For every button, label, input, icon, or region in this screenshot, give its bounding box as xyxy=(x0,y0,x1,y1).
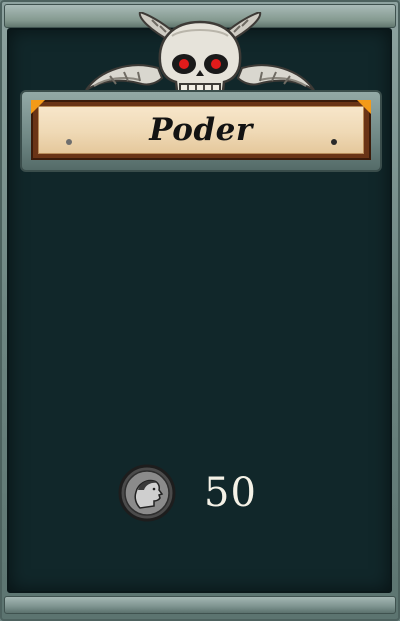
cost-row: 50 xyxy=(118,462,257,524)
card-title: Poder xyxy=(149,112,253,148)
coin-profile-icon xyxy=(118,464,176,522)
cost-value: 50 xyxy=(204,470,257,516)
card-bottom-rail xyxy=(4,596,396,614)
skill-card[interactable]: Poder 50 xyxy=(0,0,400,621)
